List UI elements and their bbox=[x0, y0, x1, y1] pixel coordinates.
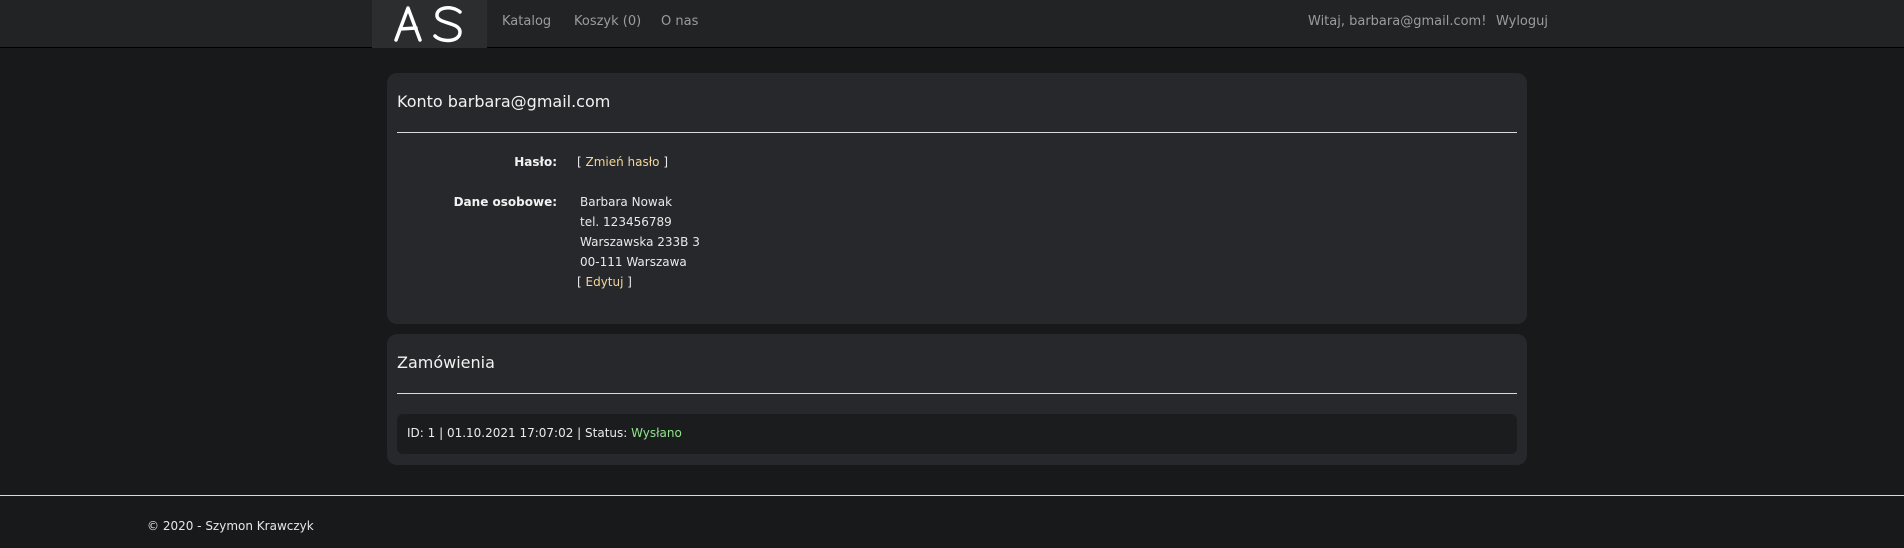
account-divider bbox=[397, 132, 1517, 133]
bracket-open: [ bbox=[577, 155, 586, 169]
bracket-open: [ bbox=[577, 275, 586, 289]
order-info: ID: 1 | 01.10.2021 17:07:02 | Status: bbox=[407, 426, 632, 440]
personal-data-label: Dane osobowe: bbox=[453, 195, 557, 209]
orders-title: Zamówienia bbox=[397, 353, 495, 372]
top-navbar: AS Katalog Koszyk (0) O nas Witaj, barba… bbox=[0, 0, 1904, 48]
change-password-link[interactable]: Zmień hasło bbox=[586, 155, 660, 169]
order-status: Wysłano bbox=[631, 426, 682, 440]
account-card: Konto barbara@gmail.com Hasło: [ Zmień h… bbox=[387, 73, 1527, 324]
footer-copyright: © 2020 - Szymon Krawczyk bbox=[147, 519, 314, 533]
nav-link-o-nas[interactable]: O nas bbox=[661, 14, 698, 29]
personal-name: Barbara Nowak bbox=[580, 195, 673, 209]
user-greeting-link[interactable]: Witaj, barbara@gmail.com! bbox=[1308, 14, 1486, 29]
personal-city: 00-111 Warszawa bbox=[580, 255, 687, 269]
orders-card: Zamówienia ID: 1 | 01.10.2021 17:07:02 |… bbox=[387, 334, 1527, 465]
account-title: Konto barbara@gmail.com bbox=[397, 92, 611, 111]
brand-logo[interactable]: AS bbox=[372, 0, 487, 48]
bracket-close: ] bbox=[623, 275, 632, 289]
nav-link-katalog[interactable]: Katalog bbox=[502, 14, 551, 29]
nav-link-koszyk[interactable]: Koszyk (0) bbox=[574, 14, 641, 29]
change-password-wrapper: [ Zmień hasło ] bbox=[577, 155, 668, 169]
edit-wrapper: [ Edytuj ] bbox=[577, 275, 632, 289]
logo-icon: AS bbox=[394, 6, 462, 43]
order-summary: ID: 1 | 01.10.2021 17:07:02 | Status: Wy… bbox=[407, 426, 682, 440]
personal-phone: tel. 123456789 bbox=[580, 215, 672, 229]
bracket-close: ] bbox=[659, 155, 669, 169]
logout-link[interactable]: Wyloguj bbox=[1496, 14, 1548, 29]
order-row[interactable]: ID: 1 | 01.10.2021 17:07:02 | Status: Wy… bbox=[397, 414, 1517, 454]
footer-divider bbox=[0, 495, 1904, 496]
orders-divider bbox=[397, 393, 1517, 394]
password-label: Hasło: bbox=[514, 155, 557, 169]
edit-personal-link[interactable]: Edytuj bbox=[586, 275, 624, 289]
personal-street: Warszawska 233B 3 bbox=[580, 235, 700, 249]
